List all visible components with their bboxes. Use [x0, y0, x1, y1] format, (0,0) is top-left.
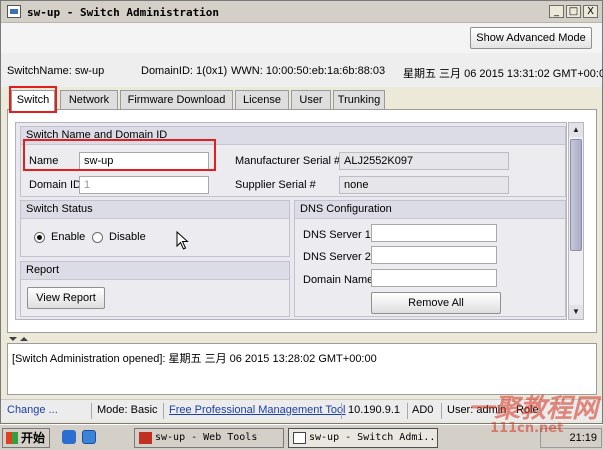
domain-name-label: Domain Name	[303, 274, 374, 286]
switch-status-header: Switch Status	[21, 201, 289, 219]
status-separator	[341, 403, 342, 419]
watermark-logo: 一聚教程网	[468, 394, 599, 424]
scrollbar-thumb[interactable]	[570, 139, 582, 251]
maximize-button[interactable]: □	[566, 5, 581, 18]
watermark-url: 111cn.net	[490, 421, 564, 436]
taskbar-item-label: sw-up - Switch Admi...	[309, 432, 438, 443]
report-header: Report	[21, 262, 289, 280]
disable-label[interactable]: Disable	[109, 231, 146, 243]
taskbar-item-switch-admin[interactable]: sw-up - Switch Admi...	[288, 428, 438, 448]
dns-server-2-label: DNS Server 2	[303, 251, 371, 263]
tab-license[interactable]: License	[235, 90, 289, 109]
disable-radio[interactable]	[92, 232, 103, 243]
switch-info-bar: SwitchName: sw-up DomainID: 1(0x1) WWN: …	[1, 53, 603, 87]
start-label: 开始	[21, 431, 46, 445]
view-report-button[interactable]: View Report	[27, 287, 105, 309]
wwn-info: WWN: 10:00:50:eb:1a:6b:88:03	[231, 65, 386, 77]
status-separator	[441, 403, 442, 419]
name-field[interactable]: sw-up	[79, 152, 209, 170]
manufacturer-serial-label: Manufacturer Serial #	[235, 155, 341, 167]
vertical-scrollbar[interactable]: ▲ ▼	[568, 122, 584, 320]
dns-server-2-input[interactable]	[371, 246, 497, 264]
dns-server-1-label: DNS Server 1	[303, 229, 371, 241]
app-window-icon	[7, 5, 21, 18]
tab-network[interactable]: Network	[60, 90, 118, 109]
domain-id-label: Domain ID	[29, 179, 81, 191]
taskbar-item-web-tools[interactable]: sw-up - Web Tools	[134, 428, 284, 448]
domain-name-input[interactable]	[371, 269, 497, 287]
tab-user[interactable]: User	[291, 90, 331, 109]
show-advanced-mode-button[interactable]: Show Advanced Mode	[470, 27, 592, 49]
tab-firmware-download[interactable]: Firmware Download	[120, 90, 233, 109]
mode-status: Mode: Basic	[97, 404, 158, 416]
splitter-down-arrow-icon	[9, 337, 17, 341]
switch-name-domain-group: Switch Name and Domain ID Name sw-up Dom…	[20, 126, 566, 197]
ad-status: AD0	[412, 404, 434, 416]
status-separator	[163, 403, 164, 419]
status-separator	[407, 403, 408, 419]
status-separator	[91, 403, 92, 419]
windows-flag-icon	[6, 432, 18, 444]
scroll-up-arrow-icon[interactable]: ▲	[569, 123, 583, 137]
panel-splitter[interactable]	[7, 335, 597, 343]
datetime-info: 星期五 三月 06 2015 13:31:02 GMT+00:00	[403, 68, 603, 80]
domain-id-field[interactable]: 1	[79, 176, 209, 194]
application-window: sw-up - Switch Administration _ □ X Show…	[0, 0, 603, 424]
tab-switch[interactable]: Switch	[11, 90, 55, 111]
switch-name-domain-header: Switch Name and Domain ID	[21, 127, 565, 145]
start-button[interactable]: 开始	[2, 428, 50, 448]
manufacturer-serial-value: ALJ2552K097	[339, 152, 509, 170]
ie-quicklaunch-icon[interactable]	[62, 430, 76, 444]
scroll-content-area: Switch Name and Domain ID Name sw-up Dom…	[15, 122, 567, 320]
domain-id-info: DomainID: 1(0x1)	[141, 65, 228, 77]
enable-radio[interactable]	[34, 232, 45, 243]
ip-status: 10.190.9.1	[348, 404, 400, 416]
switch-status-group: Switch Status Enable Disable	[20, 200, 290, 257]
web-tools-icon	[139, 432, 152, 444]
title-bar[interactable]: sw-up - Switch Administration _ □ X	[1, 1, 602, 23]
dns-configuration-group: DNS Configuration DNS Server 1 DNS Serve…	[294, 200, 566, 317]
close-button[interactable]: X	[583, 5, 598, 18]
switch-name-info: SwitchName: sw-up	[7, 65, 105, 77]
tab-trunking[interactable]: Trunking	[333, 90, 385, 109]
remove-all-button[interactable]: Remove All	[371, 292, 501, 314]
supplier-serial-value: none	[339, 176, 509, 194]
switch-admin-icon	[293, 432, 306, 444]
enable-label[interactable]: Enable	[51, 231, 85, 243]
dns-configuration-header: DNS Configuration	[295, 201, 565, 219]
minimize-button[interactable]: _	[549, 5, 564, 18]
mouse-cursor-icon	[176, 231, 189, 250]
taskbar-item-label: sw-up - Web Tools	[155, 432, 258, 443]
free-management-tool-link[interactable]: Free Professional Management Tool	[169, 404, 346, 416]
log-line: [Switch Administration opened]: 星期五 三月 0…	[12, 353, 377, 365]
clock: 21:19	[569, 432, 597, 444]
scroll-down-arrow-icon[interactable]: ▼	[569, 305, 583, 319]
change-link[interactable]: Change ...	[7, 404, 58, 416]
name-label: Name	[29, 155, 59, 167]
splitter-up-arrow-icon	[20, 337, 28, 341]
dns-server-1-input[interactable]	[371, 224, 497, 242]
report-group: Report View Report	[20, 261, 290, 317]
supplier-serial-label: Supplier Serial #	[235, 179, 316, 191]
window-title: sw-up - Switch Administration	[27, 6, 220, 19]
top-toolbar: Show Advanced Mode	[1, 23, 602, 53]
desktop-quicklaunch-icon[interactable]	[82, 430, 96, 444]
